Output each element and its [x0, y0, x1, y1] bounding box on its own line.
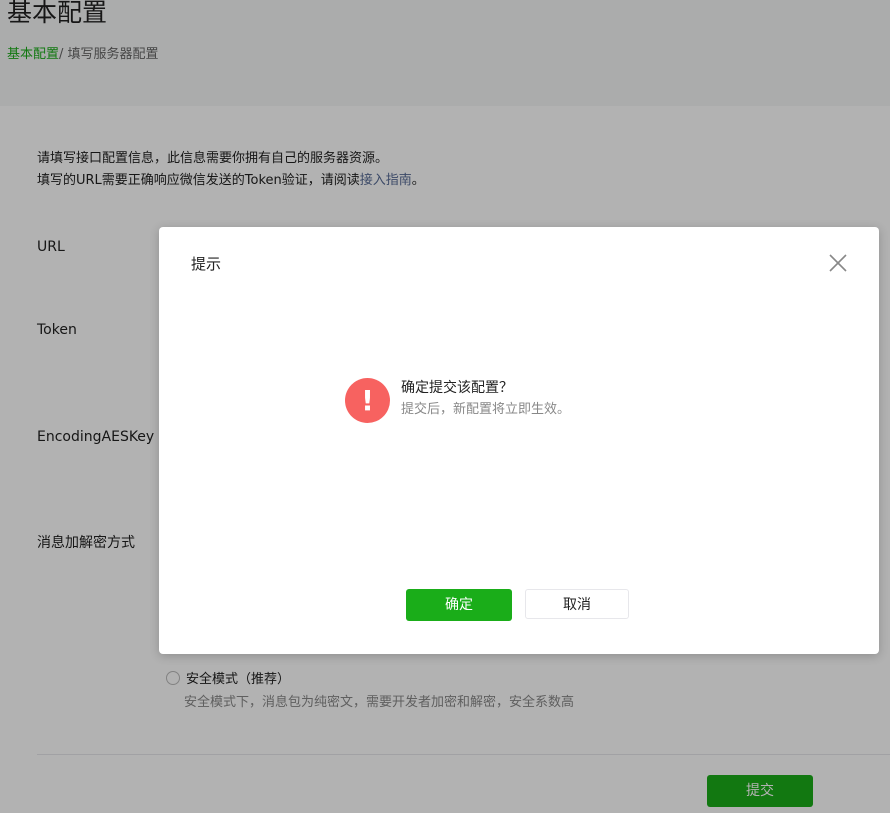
- confirm-dialog: 提示 ! 确定提交该配置？ 提交后，新配置将立即生效。 确定 取消: [159, 227, 879, 654]
- exclamation-icon: !: [345, 378, 390, 423]
- confirm-button[interactable]: 确定: [406, 589, 512, 621]
- dialog-message-desc: 提交后，新配置将立即生效。: [401, 402, 571, 417]
- cancel-button[interactable]: 取消: [525, 589, 629, 619]
- close-icon[interactable]: [827, 252, 849, 274]
- dialog-message-title: 确定提交该配置？: [401, 380, 513, 396]
- dialog-title: 提示: [191, 255, 222, 273]
